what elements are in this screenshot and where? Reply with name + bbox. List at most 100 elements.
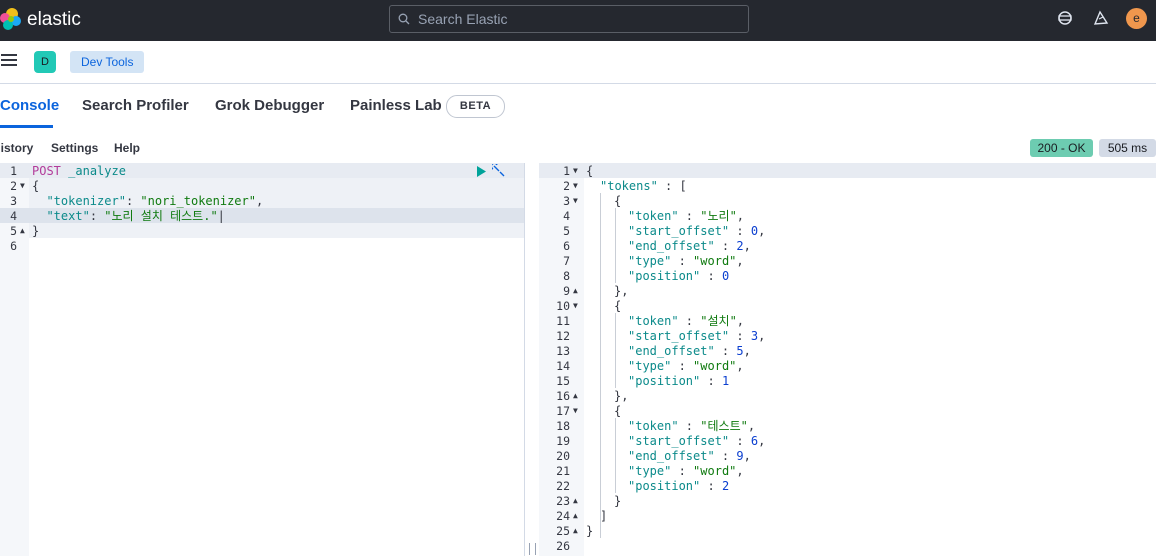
request-line: }	[32, 224, 40, 238]
line-number: 18	[556, 419, 570, 433]
response-line: {	[586, 164, 594, 178]
tab-painless-lab[interactable]: Painless Lab	[350, 97, 442, 114]
line-number: 11	[556, 314, 570, 328]
line-number: 8	[563, 269, 570, 283]
line-number: 4	[10, 209, 17, 223]
settings-link[interactable]: Settings	[51, 141, 98, 155]
line-number: 13	[556, 344, 570, 358]
request-editor[interactable]: 1 2 ▼ 3 4 5 ▲ 6 POST _analyze { "tokeniz…	[0, 163, 524, 556]
elastic-logo-icon[interactable]	[0, 6, 22, 32]
response-line: ]	[600, 509, 608, 523]
response-line: }	[614, 494, 622, 508]
line-number: 4	[563, 209, 570, 223]
line-number: 22	[556, 479, 570, 493]
line-number: 17	[556, 404, 570, 418]
fold-toggle-icon[interactable]: ▲	[20, 226, 25, 235]
response-line: "end_offset" : 2,	[628, 239, 751, 253]
response-line: {	[614, 194, 622, 208]
hamburger-menu-icon[interactable]	[1, 54, 17, 68]
indent-guide	[600, 193, 601, 538]
brand-name[interactable]: elastic	[27, 9, 81, 31]
run-request-icon[interactable]	[476, 166, 486, 177]
breadcrumb[interactable]: Dev Tools	[70, 51, 145, 73]
fold-toggle-icon[interactable]: ▲	[573, 511, 578, 520]
beta-badge: BETA	[446, 95, 505, 118]
fold-toggle-icon[interactable]: ▼	[573, 406, 578, 415]
line-number: 5	[10, 224, 17, 238]
active-tab-indicator	[0, 125, 53, 128]
help-menu-icon[interactable]	[1056, 9, 1074, 27]
fold-toggle-icon[interactable]: ▼	[573, 181, 578, 190]
request-time-badge: 505 ms	[1099, 139, 1156, 157]
fold-toggle-icon[interactable]: ▼	[573, 166, 578, 175]
global-search[interactable]	[389, 5, 749, 33]
user-avatar[interactable]: e	[1126, 8, 1147, 29]
line-number: 10	[556, 299, 570, 313]
response-line: "end_offset" : 5,	[628, 344, 751, 358]
newsfeed-icon[interactable]	[1092, 9, 1110, 27]
request-line: "text": "노리 설치 테스트."|	[46, 209, 225, 223]
line-number: 20	[556, 449, 570, 463]
line-number: 7	[563, 254, 570, 268]
response-line: {	[614, 404, 622, 418]
help-link[interactable]: Help	[114, 141, 140, 155]
line-number: 15	[556, 374, 570, 388]
line-number: 3	[10, 194, 17, 208]
line-number: 26	[556, 539, 570, 553]
fold-toggle-icon[interactable]: ▲	[573, 391, 578, 400]
panel-divider[interactable]	[524, 163, 540, 556]
response-line: "tokens" : [	[600, 179, 687, 193]
line-number: 2	[10, 179, 17, 193]
line-number: 1	[563, 164, 570, 178]
indent-guide	[615, 208, 616, 283]
app-header-bar	[0, 41, 1156, 84]
response-line: "token" : "테스트",	[628, 419, 756, 433]
response-line: "position" : 0	[628, 269, 730, 283]
response-line: "start_offset" : 3,	[628, 329, 766, 343]
indent-guide	[615, 313, 616, 388]
line-number: 1	[10, 164, 17, 178]
response-line: "position" : 1	[628, 374, 730, 388]
json-value: "nori_tokenizer"	[140, 194, 256, 208]
http-method: POST	[32, 164, 61, 178]
json-key: "text"	[46, 209, 90, 223]
response-editor: 1 ▼{2 ▼ "tokens" : [3 ▼{4 "token" : "노리", 5 "st…	[539, 163, 1156, 556]
response-line: "start_offset" : 0,	[628, 224, 766, 238]
response-line: "start_offset" : 6,	[628, 434, 766, 448]
line-number: 25	[556, 524, 570, 538]
search-icon	[398, 13, 410, 25]
history-link[interactable]: History	[0, 141, 41, 155]
response-line: "token" : "설치",	[628, 314, 745, 328]
line-number: 23	[556, 494, 570, 508]
line-number: 24	[556, 509, 570, 523]
line-number: 2	[563, 179, 570, 193]
line-number: 19	[556, 434, 570, 448]
line-number: 3	[563, 194, 570, 208]
tab-search-profiler[interactable]: Search Profiler	[82, 97, 189, 114]
wrench-icon[interactable]	[492, 164, 506, 178]
fold-toggle-icon[interactable]: ▼	[20, 181, 25, 190]
request-line: {	[32, 179, 40, 193]
status-badge: 200 - OK	[1030, 139, 1093, 157]
response-line: {	[614, 299, 622, 313]
line-number: 12	[556, 329, 570, 343]
fold-toggle-icon[interactable]: ▼	[573, 301, 578, 310]
tab-console[interactable]: Console	[0, 97, 59, 114]
tab-grok-debugger[interactable]: Grok Debugger	[215, 97, 324, 114]
fold-toggle-icon[interactable]: ▲	[573, 496, 578, 505]
line-number: 5	[563, 224, 570, 238]
indent-guide	[615, 418, 616, 493]
line-number: 6	[563, 239, 570, 253]
space-selector[interactable]: D	[34, 51, 56, 73]
fold-toggle-icon[interactable]: ▲	[573, 526, 578, 535]
global-header: elastic e	[0, 0, 1156, 41]
line-number: 9	[563, 284, 570, 298]
resize-handle[interactable]	[529, 543, 536, 555]
line-number: 21	[556, 464, 570, 478]
fold-toggle-icon[interactable]: ▲	[573, 286, 578, 295]
search-input[interactable]	[418, 9, 738, 29]
line-number: 16	[556, 389, 570, 403]
response-line: "type" : "word",	[628, 464, 744, 478]
request-endpoint: _analyze	[68, 164, 126, 178]
fold-toggle-icon[interactable]: ▼	[573, 196, 578, 205]
